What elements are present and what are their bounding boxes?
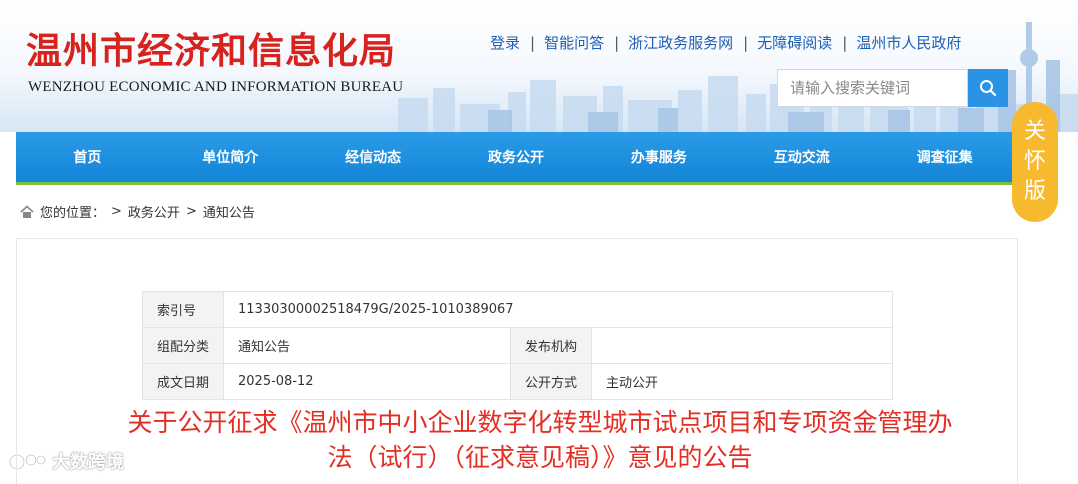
search-button[interactable]	[968, 69, 1008, 107]
care-mode-char: 版	[1023, 179, 1046, 204]
publisher-value	[591, 327, 893, 364]
table-row: 组配分类 通知公告 发布机构	[141, 327, 893, 364]
publisher-label: 发布机构	[510, 327, 593, 364]
nav-item-news[interactable]: 经信动态	[302, 132, 445, 182]
date-value: 2025-08-12	[223, 363, 512, 400]
nav-item-about[interactable]: 单位简介	[159, 132, 302, 182]
disclosure-label: 公开方式	[510, 363, 593, 400]
divider: |	[530, 33, 536, 52]
city-skyline-illustration	[398, 22, 1078, 132]
nav-item-interaction[interactable]: 互动交流	[730, 132, 873, 182]
site-header: 温州市经济和信息化局 WENZHOU ECONOMIC AND INFORMAT…	[0, 0, 1078, 132]
disclosure-value: 主动公开	[591, 363, 893, 400]
watermark: 大数跨境	[8, 448, 124, 474]
article-title-line: 关于公开征求《温州市中小企业数字化转型城市试点项目和专项资金管理办	[127, 408, 953, 437]
index-value: 11330300002518479G/2025-1010389067	[223, 291, 893, 328]
breadcrumb: 您的位置： > 政务公开 > 通知公告	[20, 202, 255, 221]
wenzhou-gov-link[interactable]: 温州市人民政府	[856, 32, 961, 53]
nav-item-home[interactable]: 首页	[16, 132, 159, 182]
accessibility-link[interactable]: 无障碍阅读	[757, 32, 832, 53]
care-mode-button[interactable]: 关 怀 版	[1012, 102, 1058, 222]
nav-item-gov-affairs[interactable]: 政务公开	[445, 132, 588, 182]
breadcrumb-gov-affairs[interactable]: 政务公开	[128, 202, 180, 221]
zhejiang-gov-service-link[interactable]: 浙江政务服务网	[628, 32, 733, 53]
breadcrumb-notices[interactable]: 通知公告	[203, 202, 255, 221]
divider: |	[842, 33, 848, 52]
main-nav: 首页 单位简介 经信动态 政务公开 办事服务 互动交流 调查征集	[16, 132, 1016, 182]
divider: |	[743, 33, 749, 52]
care-mode-char: 怀	[1023, 149, 1046, 174]
category-label: 组配分类	[141, 327, 225, 364]
home-icon	[20, 204, 34, 219]
table-row: 索引号 11330300002518479G/2025-1010389067	[141, 291, 893, 328]
breadcrumb-separator: >	[185, 204, 197, 219]
article-title-line: 法（试行）（征求意见稿）》意见的公告	[327, 443, 753, 472]
category-value: 通知公告	[223, 327, 512, 364]
breadcrumb-prefix: 您的位置：	[40, 206, 106, 221]
article-title: 关于公开征求《温州市中小企业数字化转型城市试点项目和专项资金管理办 法（试行）（…	[40, 405, 1040, 475]
watermark-logo-icon	[8, 453, 47, 471]
search-box	[777, 69, 1008, 107]
breadcrumb-separator: >	[111, 204, 122, 219]
top-links: 登录 | 智能问答 | 浙江政务服务网 | 无障碍阅读 | 温州市人民政府	[490, 32, 961, 53]
nav-item-services[interactable]: 办事服务	[587, 132, 730, 182]
site-logo-title[interactable]: 温州市经济和信息化局	[26, 22, 396, 74]
site-logo-subtitle: WENZHOU ECONOMIC AND INFORMATION BUREAU	[28, 79, 404, 95]
table-row: 成文日期 2025-08-12 公开方式 主动公开	[141, 363, 893, 400]
index-label: 索引号	[141, 291, 225, 328]
search-icon	[980, 80, 997, 97]
search-input[interactable]	[777, 69, 968, 107]
nav-item-survey[interactable]: 调查征集	[873, 132, 1016, 182]
divider: |	[614, 33, 620, 52]
watermark-text: 大数跨境	[52, 452, 124, 473]
nav-accent-bar	[16, 182, 1016, 185]
document-meta-table: 索引号 11330300002518479G/2025-1010389067 组…	[141, 291, 893, 400]
smart-qa-link[interactable]: 智能问答	[544, 32, 604, 53]
login-link[interactable]: 登录	[490, 32, 520, 53]
date-label: 成文日期	[141, 363, 225, 400]
care-mode-char: 关	[1023, 119, 1046, 144]
